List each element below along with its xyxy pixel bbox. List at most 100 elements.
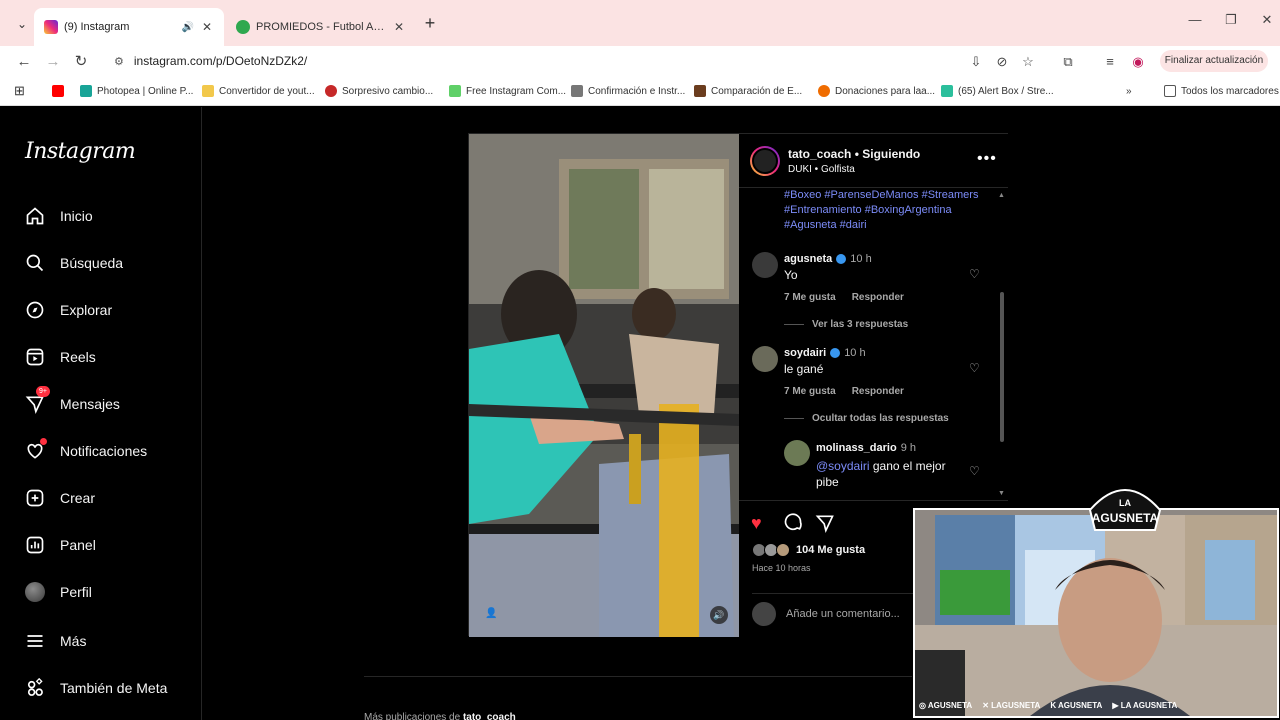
avatar[interactable] [752,252,778,278]
liked-heart-icon[interactable]: ♥ [751,513,762,534]
instagram-logo[interactable]: Instagram [25,139,136,164]
comment-meta: 7 Me gusta Responder [784,386,904,397]
share-icon[interactable] [815,513,835,538]
nav-mensajes[interactable]: 9+ Mensajes [24,386,120,418]
comments-list: #Boxeo #ParenseDeManos #Streamers #Entre… [739,188,1008,501]
update-button[interactable]: Finalizar actualización [1160,50,1268,72]
nav-explorar[interactable]: Explorar [24,296,112,324]
bookmark-item[interactable]: Donaciones para laa... [818,83,935,99]
caption-hashtags[interactable]: #Boxeo #ParenseDeManos #Streamers #Entre… [784,188,994,233]
tracking-icon[interactable]: ⊘ [992,52,1012,72]
minimize-icon[interactable]: — [1180,12,1210,27]
media-icon[interactable]: ≡ [1100,52,1120,72]
restore-icon[interactable]: ❐ [1216,12,1246,28]
avatar[interactable] [752,346,778,372]
extensions-icon[interactable]: ⧉ [1058,52,1078,72]
avatar [752,602,776,626]
reply-author[interactable]: molinass_dario 9 h [816,442,916,454]
svg-text:AGUSNETA: AGUSNETA [1092,511,1159,525]
compass-icon [24,299,46,321]
bookmark-item[interactable]: Comparación de E... [694,83,802,99]
comment-likes[interactable]: 7 Me gusta [784,292,836,303]
apps-icon[interactable]: ⊞ [14,83,25,99]
view-replies[interactable]: Ver las 3 respuestas [784,319,908,330]
site-info-icon[interactable]: ⚙ [114,55,124,68]
scroll-down-icon[interactable]: ▼ [998,490,1005,497]
all-bookmarks[interactable]: Todos los marcadores [1164,83,1279,99]
notification-dot [40,438,47,445]
nav-reels[interactable]: Reels [24,343,96,371]
like-comment-icon[interactable]: ♡ [969,464,980,478]
scroll-up-icon[interactable]: ▲ [998,192,1005,199]
author-username[interactable]: tato_coach [788,147,851,161]
bookmark-item[interactable]: Confirmación e Instr... [571,83,685,99]
comment-icon[interactable] [783,513,803,538]
x-handle: ✕ LAGUSNETA [982,700,1041,710]
agusneta-logo: LA AGUSNETA [1080,480,1170,535]
like-comment-icon[interactable]: ♡ [969,361,980,375]
reload-icon[interactable]: ↻ [70,51,92,73]
nav-mas[interactable]: Más [24,627,86,655]
alertbox-icon [941,85,953,97]
forward-icon[interactable]: → [42,51,64,73]
nav-perfil[interactable]: Perfil [24,578,92,606]
speaker-icon[interactable]: 🔊 [182,22,194,33]
avatar[interactable] [784,440,810,466]
nav-inicio[interactable]: Inicio [24,202,93,230]
likes-summary[interactable]: 104 Me gusta [752,543,865,557]
browser-navbar: ← → ↻ ⚙ instagram.com/p/DOetoNzDZk2/ ⇩ ⊘… [0,46,1280,76]
more-bookmarks-icon[interactable]: » [1126,83,1132,99]
bookmark-item[interactable]: Convertidor de yout... [202,83,315,99]
tab-title: (9) Instagram [64,21,130,33]
following-button[interactable]: Siguiendo [862,147,920,161]
post-video[interactable]: 👤 🔊 [469,134,739,637]
close-tab-icon[interactable]: ✕ [392,20,406,34]
mention-link[interactable]: @soydairi [816,459,870,473]
comment-likes[interactable]: 7 Me gusta [784,386,836,397]
comment-author[interactable]: agusneta 10 h [784,253,872,265]
tab-promiedos[interactable]: PROMIEDOS - Futbol Argentino ✕ [226,8,416,46]
verified-icon [836,254,847,264]
audio-icon[interactable]: 🔊 [710,606,728,624]
bookmark-item[interactable]: (65) Alert Box / Stre... [941,83,1054,99]
bookmark-item[interactable]: Free Instagram Com... [449,83,566,99]
folder-outline-icon [1164,85,1176,97]
profile-icon[interactable]: ◉ [1128,52,1148,72]
scroll-thumb[interactable] [1000,292,1004,442]
nav-busqueda[interactable]: Búsqueda [24,249,123,277]
tab-search-button[interactable]: ⌄ [10,12,34,36]
plus-icon [24,487,46,509]
author-avatar[interactable] [750,146,780,176]
nav-crear[interactable]: Crear [24,484,95,512]
hide-replies[interactable]: Ocultar todas las respuestas [784,413,949,424]
nav-notificaciones[interactable]: Notificaciones [24,437,147,465]
tags-icon[interactable]: 👤 [485,608,497,619]
back-icon[interactable]: ← [13,51,35,73]
unread-badge: 9+ [36,386,50,397]
search-icon [24,252,46,274]
install-icon[interactable]: ⇩ [966,52,986,72]
bookmark-item[interactable]: Photopea | Online P... [80,83,193,99]
w-icon [449,85,461,97]
tab-instagram[interactable]: (9) Instagram 🔊 ✕ [34,8,224,46]
audio-track[interactable]: DUKI • Golfista [788,164,855,175]
bookmark-star-icon[interactable]: ☆ [1018,52,1038,72]
reply-button[interactable]: Responder [852,386,904,397]
nav-panel[interactable]: Panel [24,531,96,559]
menu-icon [24,630,46,652]
comment-input[interactable]: Añade un comentario... [786,608,900,620]
comments-scrollbar[interactable]: ▲ ▼ [997,192,1007,497]
nav-tambien-de-meta[interactable]: También de Meta [24,674,167,702]
comment-author[interactable]: soydairi 10 h [784,347,866,359]
reply-button[interactable]: Responder [852,292,904,303]
bookmark-item[interactable]: Sorpresivo cambio... [325,83,433,99]
close-tab-icon[interactable]: ✕ [200,20,214,34]
webcam-image [915,510,1277,716]
more-options-icon[interactable]: ••• [977,150,997,168]
bookmarks-bar: ⊞ Photopea | Online P... Convertidor de … [0,76,1280,106]
youtube-bookmark[interactable] [52,83,64,99]
close-window-icon[interactable]: ✕ [1252,12,1280,28]
instagram-sidebar: Instagram Inicio Búsqueda Explorar Reels… [0,107,202,720]
like-comment-icon[interactable]: ♡ [969,267,980,281]
new-tab-button[interactable]: + [420,13,440,34]
